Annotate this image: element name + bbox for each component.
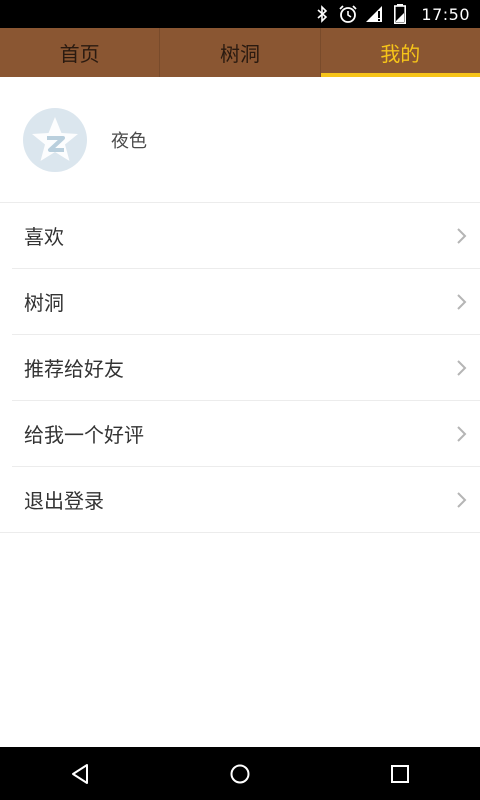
recents-icon <box>391 764 409 783</box>
tab-treehole[interactable]: 树洞 <box>159 28 319 77</box>
menu-item-label: 树洞 <box>24 291 64 315</box>
back-button[interactable] <box>50 754 110 794</box>
menu-item-label: 推荐给好友 <box>24 357 124 381</box>
recents-button[interactable] <box>370 754 430 794</box>
tab-home[interactable]: 首页 <box>0 28 159 77</box>
chevron-right-icon <box>457 359 467 376</box>
system-nav-bar <box>0 747 480 800</box>
alarm-icon <box>337 3 359 25</box>
username: 夜色 <box>111 130 147 152</box>
chevron-right-icon <box>457 227 467 244</box>
menu-item-treehole[interactable]: 树洞 <box>12 269 480 335</box>
menu-item-rate[interactable]: 给我一个好评 <box>12 401 480 467</box>
menu-item-label: 退出登录 <box>24 489 104 513</box>
menu-item-likes[interactable]: 喜欢 <box>12 203 480 269</box>
tab-mine[interactable]: 我的 <box>319 28 480 77</box>
menu-list: 喜欢 树洞 推荐给好友 给我一个好评 退出登录 <box>0 203 480 533</box>
status-time: 17:50 <box>421 4 470 24</box>
qzone-star-icon <box>32 116 78 161</box>
bluetooth-icon <box>311 3 333 25</box>
menu-item-label: 给我一个好评 <box>24 423 144 447</box>
chevron-right-icon <box>457 491 467 508</box>
back-icon <box>72 763 88 784</box>
menu-item-recommend[interactable]: 推荐给好友 <box>12 335 480 401</box>
home-icon <box>230 764 250 783</box>
menu-item-logout[interactable]: 退出登录 <box>0 467 480 533</box>
chevron-right-icon <box>457 425 467 442</box>
avatar[interactable] <box>23 107 87 172</box>
battery-icon <box>389 3 411 25</box>
profile-header[interactable]: 夜色 <box>0 77 480 203</box>
menu-item-label: 喜欢 <box>24 225 64 249</box>
home-button[interactable] <box>210 754 270 794</box>
chevron-right-icon <box>457 293 467 310</box>
signal-icon <box>363 3 385 25</box>
tab-bar: 首页 树洞 我的 <box>0 28 480 77</box>
status-bar: 17:50 <box>0 0 480 28</box>
